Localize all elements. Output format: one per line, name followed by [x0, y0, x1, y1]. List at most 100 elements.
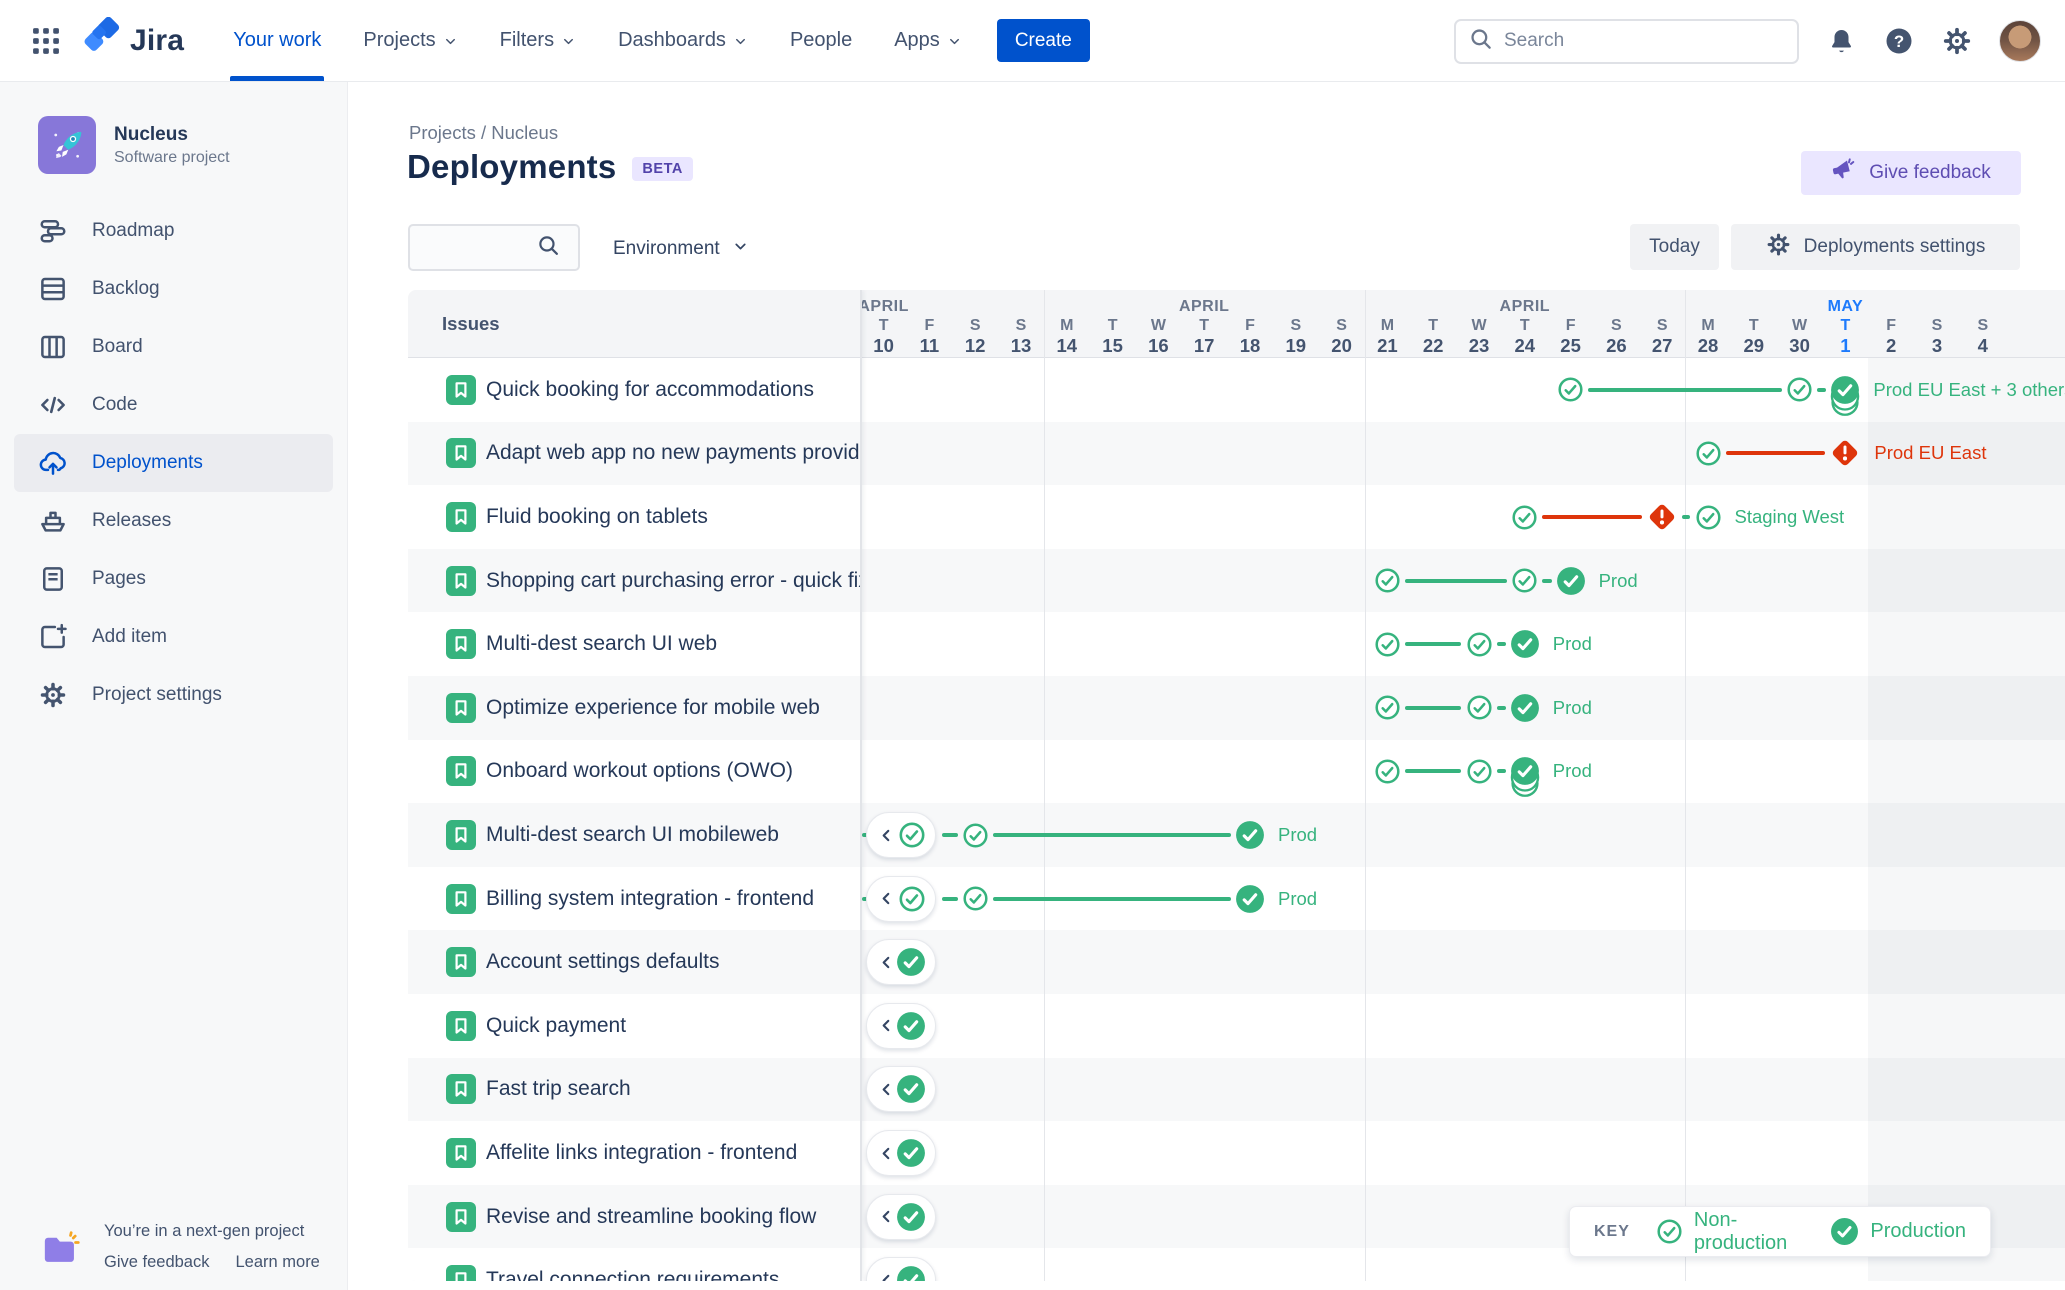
issue-row-travel-connection-requirements[interactable]: Travel connection requirements	[408, 1248, 860, 1281]
sidebar-item-board[interactable]: Board	[14, 318, 333, 376]
sidebar-item-add-item[interactable]: Add item	[14, 608, 333, 666]
sidebar-item-roadmap[interactable]: Roadmap	[14, 202, 333, 260]
issue-row-billing-system-integration-frontend[interactable]: Billing system integration - frontend	[408, 867, 860, 931]
global-search[interactable]	[1454, 18, 1799, 64]
sidebar-item-pages[interactable]: Pages	[14, 550, 333, 608]
breadcrumb-projects[interactable]: Projects	[409, 122, 476, 143]
check-outline-icon[interactable]	[1695, 504, 1722, 531]
jira-logo[interactable]: Jira	[80, 16, 184, 64]
user-avatar[interactable]	[1999, 20, 2041, 62]
check-outline-icon[interactable]	[1374, 567, 1401, 594]
issue-row-fluid-booking-on-tablets[interactable]: Fluid booking on tablets	[408, 485, 860, 549]
collapsed-deployments-pill[interactable]	[866, 1130, 936, 1176]
sidebar-item-releases[interactable]: Releases	[14, 492, 333, 550]
alert-icon[interactable]	[1646, 501, 1678, 533]
project-type: Software project	[114, 148, 230, 166]
check-filled-icon	[896, 1138, 926, 1168]
app-switcher-icon[interactable]	[28, 23, 64, 59]
issue-row-revise-and-streamline-booking-flow[interactable]: Revise and streamline booking flow	[408, 1185, 860, 1249]
check-outline-icon[interactable]	[1466, 758, 1493, 785]
give-feedback-link[interactable]: Give feedback	[104, 1253, 209, 1272]
issue-row-adapt-web-app-no-new-payments-providers[interactable]: Adapt web app no new payments providers	[408, 422, 860, 486]
deployment-connector	[1404, 642, 1462, 647]
day-of-week-label: S	[1015, 317, 1027, 334]
sidebar-item-project-settings[interactable]: Project settings	[14, 666, 333, 724]
today-button[interactable]: Today	[1630, 224, 1719, 270]
check-stacked-icon[interactable]	[1830, 375, 1860, 419]
chevron-left-icon	[878, 827, 895, 844]
check-outline-icon[interactable]	[1374, 694, 1401, 721]
check-filled-icon[interactable]	[1510, 629, 1540, 659]
sidebar-item-backlog[interactable]: Backlog	[14, 260, 333, 318]
global-search-input[interactable]	[1504, 30, 1785, 52]
check-outline-icon[interactable]	[962, 822, 989, 849]
settings-icon[interactable]	[1941, 25, 1973, 57]
sidebar-item-code[interactable]: Code	[14, 376, 333, 434]
give-feedback-button[interactable]: Give feedback	[1801, 151, 2021, 195]
issue-row-account-settings-defaults[interactable]: Account settings defaults	[408, 930, 860, 994]
check-filled-icon[interactable]	[1235, 884, 1265, 914]
nav-item-apps[interactable]: Apps	[873, 0, 983, 81]
collapsed-deployments-pill[interactable]	[866, 1066, 936, 1113]
check-stacked-icon[interactable]	[1510, 757, 1540, 800]
check-outline-icon[interactable]	[962, 885, 989, 912]
deployments-settings-button[interactable]: Deployments settings	[1731, 224, 2020, 270]
check-filled-icon[interactable]	[1235, 820, 1265, 850]
day-of-week-label: W	[1150, 317, 1166, 334]
check-outline-icon[interactable]	[1374, 758, 1401, 785]
check-outline-icon[interactable]	[1466, 694, 1493, 721]
day-of-week-label: T	[1107, 317, 1118, 334]
story-icon	[446, 692, 476, 723]
day-of-week-label: S	[1336, 317, 1347, 334]
collapsed-deployments-pill[interactable]	[866, 812, 936, 858]
notifications-icon[interactable]	[1825, 25, 1857, 57]
issue-row-quick-booking-for-accommodations[interactable]: Quick booking for accommodations	[408, 358, 860, 422]
breadcrumb-nucleus[interactable]: Nucleus	[491, 122, 558, 143]
environment-dropdown[interactable]: Environment	[613, 230, 749, 268]
sidebar-footer: You’re in a next-gen project Give feedba…	[0, 1222, 348, 1272]
nav-item-your-work[interactable]: Your work	[212, 0, 342, 81]
nav-item-projects[interactable]: Projects	[342, 0, 478, 81]
nav-item-people[interactable]: People	[769, 0, 873, 81]
issue-row-affelite-links-integration-frontend[interactable]: Affelite links integration - frontend	[408, 1121, 860, 1185]
collapsed-deployments-pill[interactable]	[866, 1193, 936, 1240]
collapsed-deployments-pill[interactable]	[866, 875, 936, 922]
create-button[interactable]: Create	[996, 19, 1090, 62]
deployment-connector	[992, 833, 1231, 837]
check-outline-icon[interactable]	[1511, 504, 1538, 531]
nav-item-filters[interactable]: Filters	[479, 0, 597, 81]
collapsed-deployments-pill[interactable]	[866, 939, 936, 986]
day-number-label: 3	[1931, 335, 1943, 356]
check-outline-icon[interactable]	[1466, 631, 1493, 658]
project-sidebar: Nucleus Software project Roadmap Backlog B…	[0, 82, 348, 1290]
collapsed-deployments-pill[interactable]	[866, 1002, 936, 1049]
issue-filter-input[interactable]	[410, 236, 534, 259]
check-filled-icon[interactable]	[1510, 693, 1540, 723]
beta-badge: BETA	[632, 157, 693, 181]
collapsed-deployments-pill[interactable]	[866, 1257, 936, 1281]
check-filled-icon[interactable]	[1556, 566, 1586, 596]
deployment-environment-label: Prod	[1552, 760, 1592, 782]
issues-column-header: Issues	[442, 313, 500, 334]
issue-row-quick-payment[interactable]: Quick payment	[408, 994, 860, 1058]
check-outline-icon[interactable]	[1695, 440, 1722, 467]
issue-row-fast-trip-search[interactable]: Fast trip search	[408, 1058, 860, 1122]
issue-row-onboard-workout-options-owo[interactable]: Onboard workout options (OWO)	[408, 740, 860, 804]
learn-more-link[interactable]: Learn more	[235, 1253, 319, 1272]
check-outline-icon[interactable]	[1786, 376, 1813, 403]
check-outline-icon[interactable]	[1511, 567, 1538, 594]
nav-item-dashboards[interactable]: Dashboards	[597, 0, 769, 81]
help-icon[interactable]: ?	[1883, 25, 1915, 57]
check-outline-icon[interactable]	[1374, 631, 1401, 658]
issue-row-multi-dest-search-ui-web[interactable]: Multi-dest search UI web	[408, 612, 860, 676]
issue-row-optimize-experience-for-mobile-web[interactable]: Optimize experience for mobile web	[408, 676, 860, 740]
gear-icon	[1766, 232, 1791, 263]
alert-icon[interactable]	[1829, 437, 1861, 469]
issue-row-shopping-cart-purchasing-error-quick-fix[interactable]: Shopping cart purchasing error - quick f…	[408, 549, 860, 613]
issue-row-multi-dest-search-ui-mobileweb[interactable]: Multi-dest search UI mobileweb	[408, 803, 860, 867]
issue-filter-search[interactable]	[408, 224, 580, 271]
day-number-label: 20	[1331, 335, 1352, 356]
check-outline-icon[interactable]	[1557, 376, 1584, 403]
sidebar-item-deployments[interactable]: Deployments	[14, 434, 333, 492]
check-outline-icon	[1656, 1218, 1683, 1245]
